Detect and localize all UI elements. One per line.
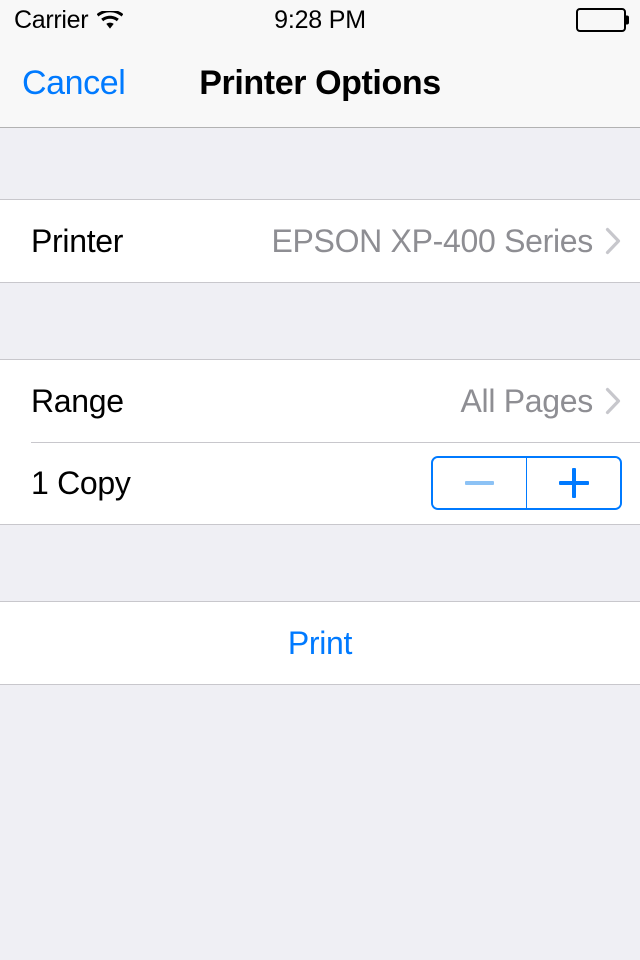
- chevron-right-icon: [605, 227, 622, 255]
- status-bar-right: [576, 8, 629, 32]
- copies-row-label: 1 Copy: [31, 464, 131, 501]
- printer-section: Printer EPSON XP-400 Series: [0, 199, 640, 283]
- printer-row-label: Printer: [31, 222, 124, 259]
- printer-row-value: EPSON XP-400 Series: [271, 222, 593, 259]
- wifi-icon: [97, 10, 124, 30]
- copies-decrement-button[interactable]: [433, 458, 527, 508]
- cancel-button[interactable]: Cancel: [0, 63, 131, 104]
- plus-icon: [558, 468, 589, 498]
- range-row-label: Range: [31, 382, 124, 419]
- range-row-right: All Pages: [461, 383, 623, 420]
- copies-row: 1 Copy: [0, 442, 640, 524]
- print-button[interactable]: Print: [0, 602, 640, 684]
- printer-row-right: EPSON XP-400 Series: [271, 223, 622, 260]
- copies-row-right: [431, 456, 622, 510]
- print-action-section: Print: [0, 601, 640, 685]
- chevron-right-icon: [605, 387, 622, 415]
- battery-cap: [626, 15, 629, 25]
- group-spacer-middle-2: [0, 525, 640, 601]
- print-button-label: Print: [287, 624, 353, 661]
- group-spacer-middle-1: [0, 283, 640, 359]
- printer-row[interactable]: Printer EPSON XP-400 Series: [0, 200, 640, 282]
- range-row[interactable]: Range All Pages: [0, 360, 640, 442]
- minus-icon: [465, 481, 494, 485]
- carrier-label: Carrier: [14, 5, 89, 34]
- copies-increment-button[interactable]: [527, 458, 620, 508]
- options-section: Range All Pages 1 Copy: [0, 359, 640, 525]
- status-bar: Carrier 9:28 PM: [0, 0, 640, 40]
- copies-stepper[interactable]: [431, 456, 622, 510]
- group-spacer-top: [0, 128, 640, 199]
- status-bar-left: Carrier: [14, 5, 124, 34]
- navigation-bar: Cancel Printer Options: [0, 40, 640, 128]
- battery-icon: [576, 8, 629, 32]
- range-row-value: All Pages: [460, 382, 594, 419]
